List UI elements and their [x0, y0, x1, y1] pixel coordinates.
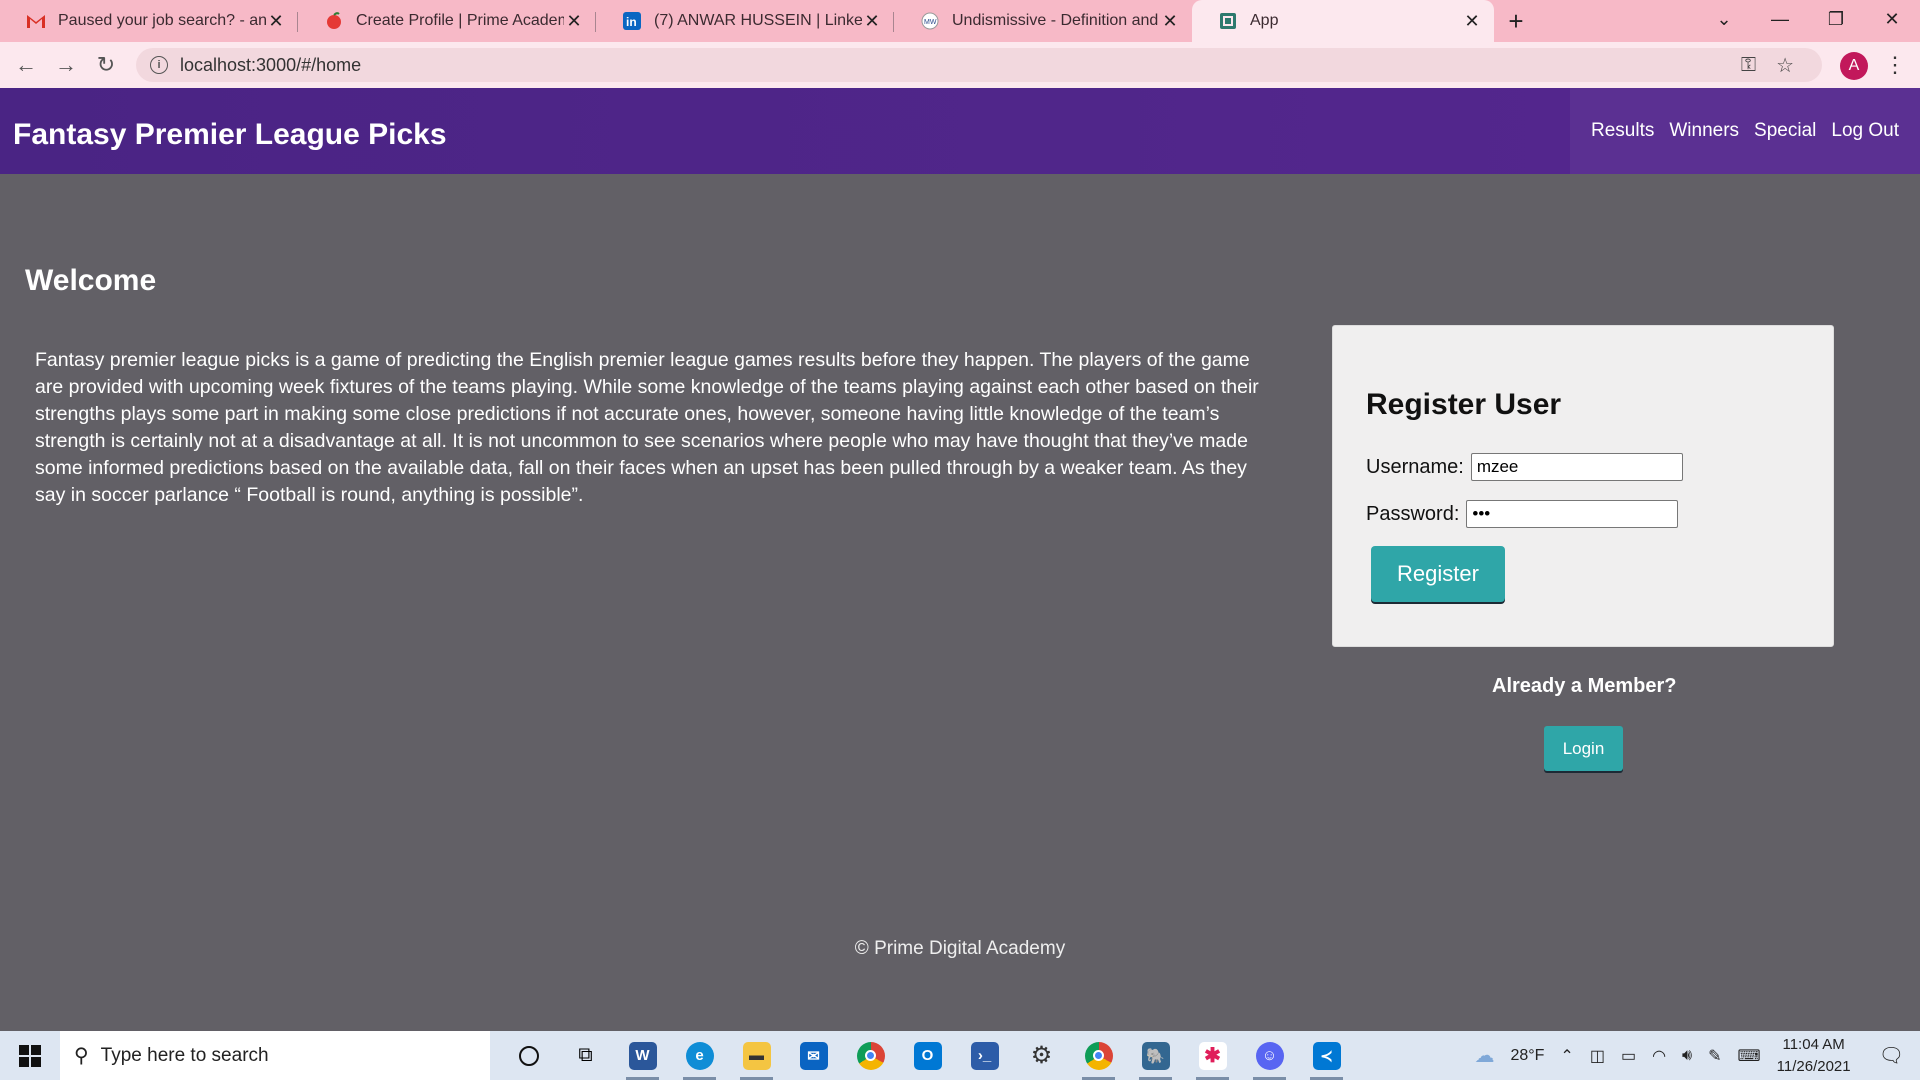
window-controls: ⌄ — ❐ ✕	[1696, 0, 1920, 42]
minimize-button[interactable]: —	[1752, 0, 1808, 38]
search-placeholder: Type here to search	[100, 1044, 269, 1066]
taskbar-search[interactable]: ⚲ Type here to search	[60, 1031, 490, 1080]
welcome-heading: Welcome	[25, 264, 157, 297]
browser-toolbar: ← → ↻ i localhost:3000/#/home ⚿ ☆	[0, 42, 1920, 88]
register-card: Register User Username: Password: Regist…	[1332, 325, 1834, 647]
settings-gear-icon[interactable]: ⚙	[1013, 1031, 1070, 1080]
forward-icon[interactable]: →	[46, 45, 86, 85]
svg-text:MW: MW	[924, 19, 937, 26]
nav-winners[interactable]: Winners	[1669, 120, 1739, 142]
nav-special[interactable]: Special	[1754, 120, 1816, 142]
svg-text:in: in	[626, 15, 637, 29]
weather-icon[interactable]: ☁	[1474, 1043, 1494, 1068]
chevron-up-icon[interactable]: ⌃	[1560, 1046, 1573, 1066]
key-icon[interactable]: ⚿	[1741, 54, 1756, 77]
username-input[interactable]	[1470, 453, 1683, 481]
cortana-icon[interactable]	[500, 1031, 557, 1080]
browser-tab-prime[interactable]: Create Profile | Prime Academy ✕	[298, 0, 596, 42]
linkedin-icon: in	[622, 11, 642, 31]
clock[interactable]: 11:04 AM 11/26/2021	[1777, 1034, 1851, 1078]
close-tab-icon[interactable]: ✕	[1462, 11, 1482, 32]
browser-menu-icon[interactable]: ⋮	[1884, 50, 1906, 82]
tab-title: Create Profile | Prime Academy	[356, 12, 564, 29]
weather-temp[interactable]: 28°F	[1510, 1047, 1544, 1065]
register-button[interactable]: Register	[1371, 546, 1505, 602]
search-icon: ⚲	[74, 1045, 89, 1067]
url-text[interactable]: localhost:3000/#/home	[180, 55, 361, 76]
close-tab-icon[interactable]: ✕	[1160, 11, 1180, 32]
task-view-icon[interactable]: ⧉	[557, 1031, 614, 1080]
tab-title: Paused your job search? - anwar	[58, 12, 266, 29]
app-brand[interactable]: Fantasy Premier League Picks	[13, 118, 447, 152]
password-label: Password:	[1366, 502, 1460, 525]
discord-icon[interactable]: ☺	[1241, 1031, 1298, 1080]
browser-tab-linkedin[interactable]: in (7) ANWAR HUSSEIN | LinkedIn ✕	[596, 0, 894, 42]
wifi-icon[interactable]: ◠	[1652, 1046, 1666, 1066]
chrome-icon[interactable]	[842, 1031, 899, 1080]
merriam-webster-icon: MW	[920, 11, 940, 31]
pen-icon[interactable]: ✎	[1708, 1046, 1721, 1066]
password-row: Password:	[1366, 500, 1679, 528]
powershell-icon[interactable]: ›_	[956, 1031, 1013, 1080]
back-icon[interactable]: ←	[6, 45, 46, 85]
notifications-icon[interactable]: 🗨︎	[1879, 1043, 1904, 1068]
browser-tab-strip: Paused your job search? - anwar ✕ Create…	[0, 0, 1920, 42]
app-icon	[1218, 11, 1238, 31]
vscode-icon[interactable]: ≺	[1298, 1031, 1355, 1080]
volume-icon[interactable]: 🔊︎	[1682, 1047, 1692, 1065]
tab-search-icon[interactable]: ⌄	[1696, 0, 1752, 38]
browser-tab-merriam-webster[interactable]: MW Undismissive - Definition and Mea ✕	[894, 0, 1192, 42]
prime-academy-icon	[324, 11, 344, 31]
close-tab-icon[interactable]: ✕	[862, 11, 882, 32]
footer-text: © Prime Digital Academy	[854, 938, 1066, 959]
tab-title: App	[1250, 12, 1279, 29]
gmail-icon	[26, 11, 46, 31]
windows-start-icon[interactable]	[0, 1031, 60, 1080]
tab-title: (7) ANWAR HUSSEIN | LinkedIn	[654, 12, 862, 29]
register-heading: Register User	[1366, 388, 1562, 421]
battery-icon[interactable]: ▭	[1621, 1046, 1636, 1066]
camera-icon[interactable]: ◫	[1590, 1046, 1605, 1066]
browser-tab-gmail[interactable]: Paused your job search? - anwar ✕	[0, 0, 298, 42]
slack-icon[interactable]: ✱	[1184, 1031, 1241, 1080]
chrome-profile-icon[interactable]	[1070, 1031, 1127, 1080]
username-label: Username:	[1366, 455, 1464, 478]
new-tab-button[interactable]: +	[1494, 0, 1538, 42]
about-paragraph: Fantasy premier league picks is a game o…	[35, 349, 1259, 506]
close-tab-icon[interactable]: ✕	[266, 11, 286, 32]
system-tray: ☁ 28°F ⌃ ◫ ▭ ◠ 🔊︎ ✎ ⌨ 11:04 AM 11/26/202…	[1466, 1031, 1920, 1080]
postgres-icon[interactable]: 🐘	[1127, 1031, 1184, 1080]
outlook-icon[interactable]: O	[899, 1031, 956, 1080]
clock-date: 11/26/2021	[1776, 1057, 1851, 1075]
reload-icon[interactable]: ↻	[86, 45, 126, 85]
edge-icon[interactable]: e	[671, 1031, 728, 1080]
file-explorer-icon[interactable]: ▬	[728, 1031, 785, 1080]
address-bar[interactable]: i localhost:3000/#/home ⚿ ☆	[136, 48, 1822, 82]
clock-time: 11:04 AM	[1782, 1035, 1845, 1053]
keyboard-icon[interactable]: ⌨	[1738, 1046, 1761, 1066]
app-nav: Results Winners Special Log Out	[1570, 88, 1920, 174]
nav-results[interactable]: Results	[1591, 120, 1654, 142]
restore-button[interactable]: ❐	[1808, 0, 1864, 38]
app-header: Fantasy Premier League Picks Results Win…	[0, 88, 1920, 174]
taskbar-apps: ⧉ W e ▬ ✉ O ›_ ⚙ 🐘 ✱ ☺ ≺	[500, 1031, 1355, 1080]
nav-logout[interactable]: Log Out	[1831, 120, 1899, 142]
word-icon[interactable]: W	[614, 1031, 671, 1080]
windows-taskbar: ⚲ Type here to search ⧉ W e ▬ ✉ O ›_ ⚙ 🐘…	[0, 1031, 1920, 1080]
login-button[interactable]: Login	[1544, 726, 1623, 771]
tab-title: Undismissive - Definition and Mea	[952, 12, 1160, 29]
already-member-text: Already a Member?	[1492, 675, 1677, 697]
password-input[interactable]	[1466, 500, 1679, 528]
close-window-button[interactable]: ✕	[1864, 0, 1920, 38]
browser-tab-app[interactable]: App ✕	[1192, 0, 1494, 42]
profile-avatar[interactable]: A	[1840, 52, 1868, 80]
site-info-icon[interactable]: i	[150, 56, 168, 74]
username-row: Username:	[1366, 453, 1683, 481]
mail-icon[interactable]: ✉	[785, 1031, 842, 1080]
close-tab-icon[interactable]: ✕	[564, 11, 584, 32]
bookmark-star-icon[interactable]: ☆	[1776, 53, 1794, 78]
